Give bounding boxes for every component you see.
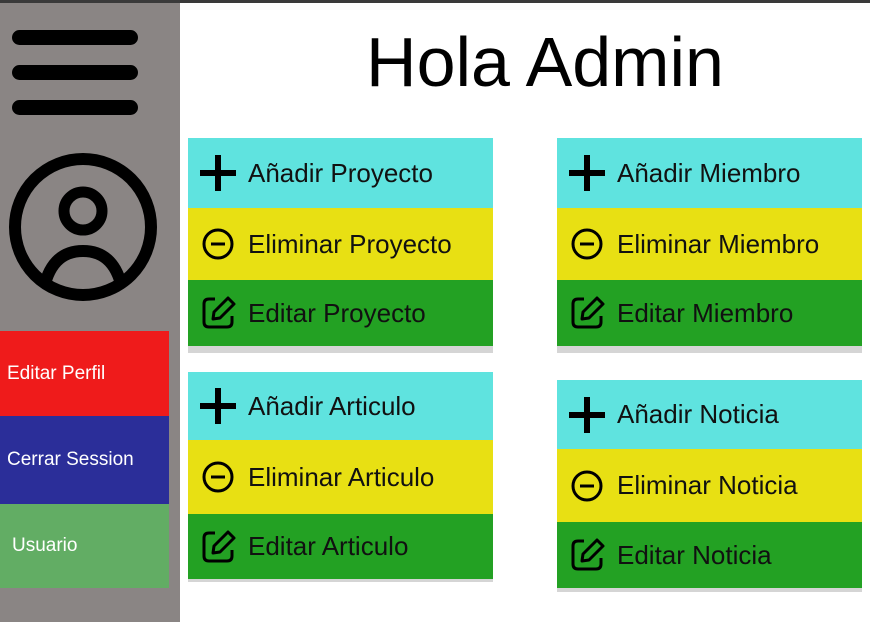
plus-icon: [188, 138, 248, 208]
add-project-button[interactable]: Añadir Proyecto: [188, 138, 493, 208]
edit-project-label: Editar Proyecto: [248, 297, 426, 328]
minus-circle-icon: [188, 440, 248, 514]
delete-article-button[interactable]: Eliminar Articulo: [188, 440, 493, 514]
noticia-card: Añadir Noticia Eliminar Noticia Editar N…: [557, 380, 862, 592]
edit-news-label: Editar Noticia: [617, 539, 772, 570]
edit-news-button[interactable]: Editar Noticia: [557, 522, 862, 588]
delete-article-label: Eliminar Articulo: [248, 461, 435, 492]
edit-square-icon: [188, 514, 248, 579]
delete-member-button[interactable]: Eliminar Miembro: [557, 208, 862, 280]
delete-project-button[interactable]: Eliminar Proyecto: [188, 208, 493, 280]
hamburger-menu-icon[interactable]: [10, 27, 140, 119]
minus-circle-icon: [557, 449, 617, 522]
add-project-label: Añadir Proyecto: [248, 157, 433, 188]
edit-profile-button[interactable]: Editar Perfil: [0, 331, 169, 416]
add-member-button[interactable]: Añadir Miembro: [557, 138, 862, 208]
add-article-label: Añadir Articulo: [248, 390, 416, 421]
minus-circle-icon: [188, 208, 248, 280]
articulo-card: Añadir Articulo Eliminar Articulo Editar…: [188, 372, 493, 582]
edit-square-icon: [557, 280, 617, 346]
user-button[interactable]: Usuario: [0, 504, 169, 588]
minus-circle-icon: [557, 208, 617, 280]
edit-member-button[interactable]: Editar Miembro: [557, 280, 862, 346]
add-news-button[interactable]: Añadir Noticia: [557, 380, 862, 449]
plus-icon: [557, 380, 617, 449]
delete-member-label: Eliminar Miembro: [617, 228, 820, 259]
add-news-label: Añadir Noticia: [617, 399, 779, 429]
page-title: Hola Admin: [366, 23, 724, 101]
delete-project-label: Eliminar Proyecto: [248, 228, 452, 259]
edit-article-label: Editar Articulo: [248, 531, 409, 561]
plus-icon: [557, 138, 617, 208]
proyecto-card: Añadir Proyecto Eliminar Proyecto Editar…: [188, 138, 493, 353]
plus-icon: [188, 372, 248, 440]
edit-project-button[interactable]: Editar Proyecto: [188, 280, 493, 346]
user-avatar-icon[interactable]: [8, 153, 160, 305]
add-member-label: Añadir Miembro: [617, 157, 801, 188]
edit-square-icon: [188, 280, 248, 346]
edit-member-label: Editar Miembro: [617, 297, 794, 328]
edit-article-button[interactable]: Editar Articulo: [188, 514, 493, 579]
edit-profile-label: Editar Perfil: [7, 362, 106, 384]
add-article-button[interactable]: Añadir Articulo: [188, 372, 493, 440]
delete-news-label: Eliminar Noticia: [617, 470, 798, 500]
logout-label: Cerrar Session: [7, 449, 134, 470]
edit-square-icon: [557, 522, 617, 588]
miembro-card: Añadir Miembro Eliminar Miembro Editar M…: [557, 138, 862, 353]
logout-button[interactable]: Cerrar Session: [0, 416, 169, 504]
user-label: Usuario: [12, 535, 78, 556]
delete-news-button[interactable]: Eliminar Noticia: [557, 449, 862, 522]
